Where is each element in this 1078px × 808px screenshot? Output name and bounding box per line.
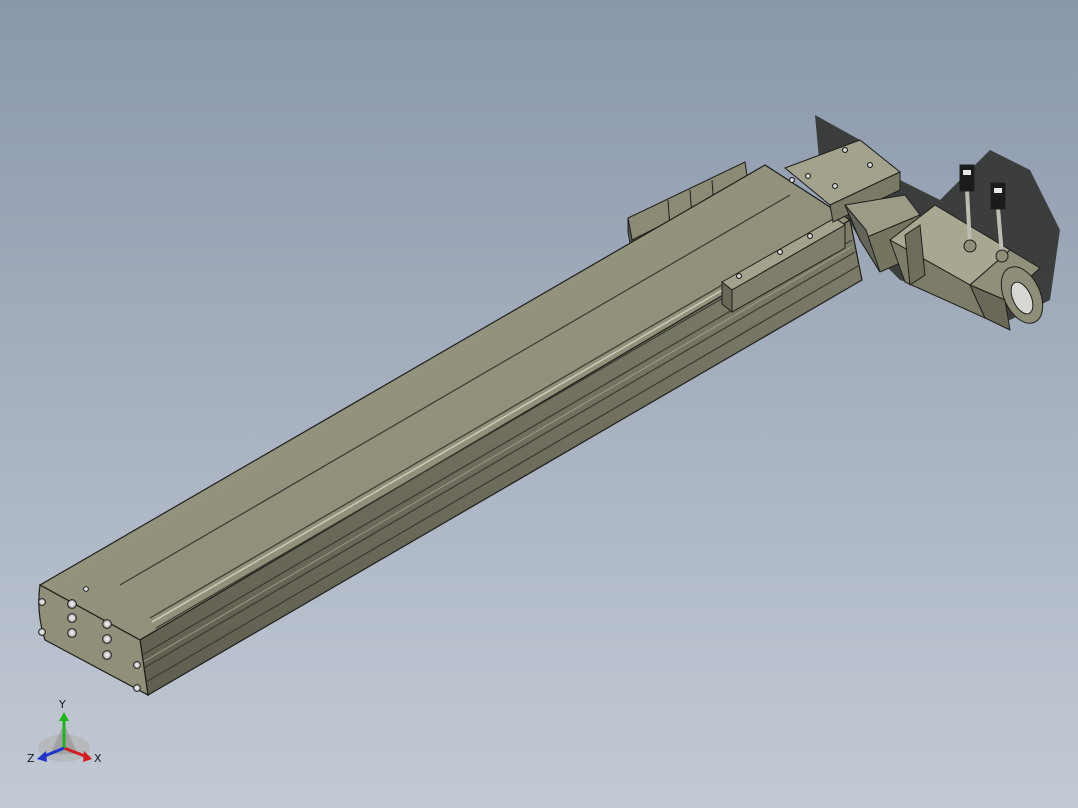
encoder-connector-icon — [959, 164, 975, 192]
y-axis-label: Y — [58, 698, 66, 711]
cad-3d-viewport[interactable]: X Y Z — [0, 0, 1078, 808]
body-top-face — [38, 164, 852, 641]
model-graphics-area[interactable]: X Y Z — [0, 0, 1078, 808]
axis-triad[interactable]: X Y Z — [27, 698, 102, 765]
z-axis-label: Z — [27, 752, 35, 765]
power-connector-icon — [990, 182, 1006, 210]
actuator-body — [38, 164, 863, 697]
x-axis-label: X — [94, 752, 102, 765]
